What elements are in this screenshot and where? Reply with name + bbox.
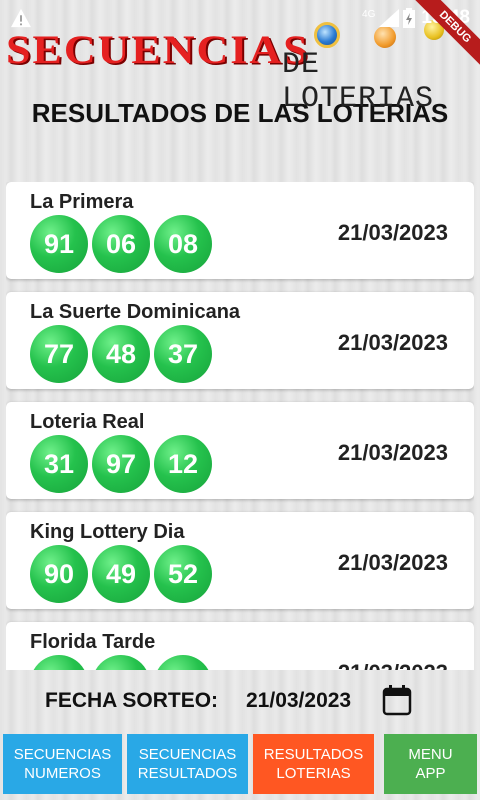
- result-date: 21/03/2023: [338, 660, 448, 670]
- number-ball: 08: [154, 215, 212, 273]
- nav-label-line2: APP: [415, 765, 446, 782]
- lottery-name: La Primera: [30, 191, 134, 213]
- banner-title-loterias: DE LOTERIAS: [282, 48, 435, 116]
- bottom-navigation: SECUENCIAS NUMEROS SECUENCIAS RESULTADOS…: [0, 734, 480, 796]
- number-ball: 90: [30, 545, 88, 603]
- nav-label-line2: LOTERIAS: [276, 765, 351, 782]
- menu-app-button[interactable]: MENU APP: [384, 734, 477, 794]
- number-ball: [92, 655, 150, 670]
- result-date: 21/03/2023: [337, 550, 448, 575]
- lottery-result-card[interactable]: King Lottery Dia 90 49 52 21/03/2023: [6, 512, 474, 609]
- winning-numbers: 77 48 37: [30, 325, 212, 383]
- warning-icon: [11, 8, 31, 28]
- nav-label-line2: RESULTADOS: [137, 765, 238, 782]
- lottery-name: Loteria Real: [30, 411, 145, 433]
- nav-label-line1: MENU: [408, 746, 453, 763]
- draw-date-label: FECHA SORTEO:: [45, 689, 219, 712]
- result-date: 21/03/2023: [337, 440, 448, 465]
- number-ball: [30, 655, 88, 670]
- winning-numbers: 91 06 08: [30, 215, 212, 273]
- calendar-icon: [382, 685, 412, 716]
- nav-label-line2: NUMEROS: [24, 765, 101, 782]
- lottery-name: La Suerte Dominicana: [30, 301, 241, 323]
- number-ball: 48: [92, 325, 150, 383]
- signal-icon: [379, 9, 400, 27]
- lottery-result-card[interactable]: La Primera 91 06 08 21/03/2023: [6, 182, 474, 279]
- number-ball: 12: [154, 435, 212, 493]
- winning-numbers: [30, 655, 212, 670]
- winning-numbers: 90 49 52: [30, 545, 212, 603]
- nav-label-line1: SECUENCIAS: [13, 746, 112, 763]
- number-ball: 49: [92, 545, 150, 603]
- lottery-result-card[interactable]: La Suerte Dominicana 77 48 37 21/03/2023: [6, 292, 474, 389]
- secuencias-numeros-button[interactable]: SECUENCIAS NUMEROS: [3, 734, 122, 794]
- number-ball: 77: [30, 325, 88, 383]
- network-type-label: 4G: [362, 8, 376, 20]
- lottery-name: King Lottery Dia: [30, 521, 185, 543]
- number-ball: [154, 655, 212, 670]
- number-ball: 97: [92, 435, 150, 493]
- lottery-results-list[interactable]: La Primera 91 06 08 21/03/2023 La Suerte…: [6, 182, 474, 670]
- calendar-button[interactable]: [378, 680, 416, 720]
- number-ball: 31: [30, 435, 88, 493]
- number-ball: 91: [30, 215, 88, 273]
- number-ball: 37: [154, 325, 212, 383]
- resultados-loterias-button[interactable]: RESULTADOS LOTERIAS: [253, 734, 374, 794]
- result-date: 21/03/2023: [337, 220, 448, 245]
- lottery-result-card[interactable]: Loteria Real 31 97 12 21/03/2023: [6, 402, 474, 499]
- status-bar: 4G 15:48: [0, 0, 480, 36]
- number-ball: 52: [154, 545, 212, 603]
- secuencias-resultados-button[interactable]: SECUENCIAS RESULTADOS: [127, 734, 248, 794]
- number-ball: 06: [92, 215, 150, 273]
- result-date: 21/03/2023: [337, 330, 448, 355]
- nav-label-line1: RESULTADOS: [263, 746, 364, 763]
- winning-numbers: 31 97 12: [30, 435, 212, 493]
- draw-date-value[interactable]: 21/03/2023: [246, 689, 351, 713]
- nav-label-line1: SECUENCIAS: [138, 746, 237, 763]
- battery-charging-icon: [403, 8, 416, 28]
- draw-date-row: FECHA SORTEO: 21/03/2023: [0, 676, 480, 724]
- lottery-result-card[interactable]: Florida Tarde 21/03/2023: [6, 622, 474, 670]
- lottery-name: Florida Tarde: [30, 631, 156, 653]
